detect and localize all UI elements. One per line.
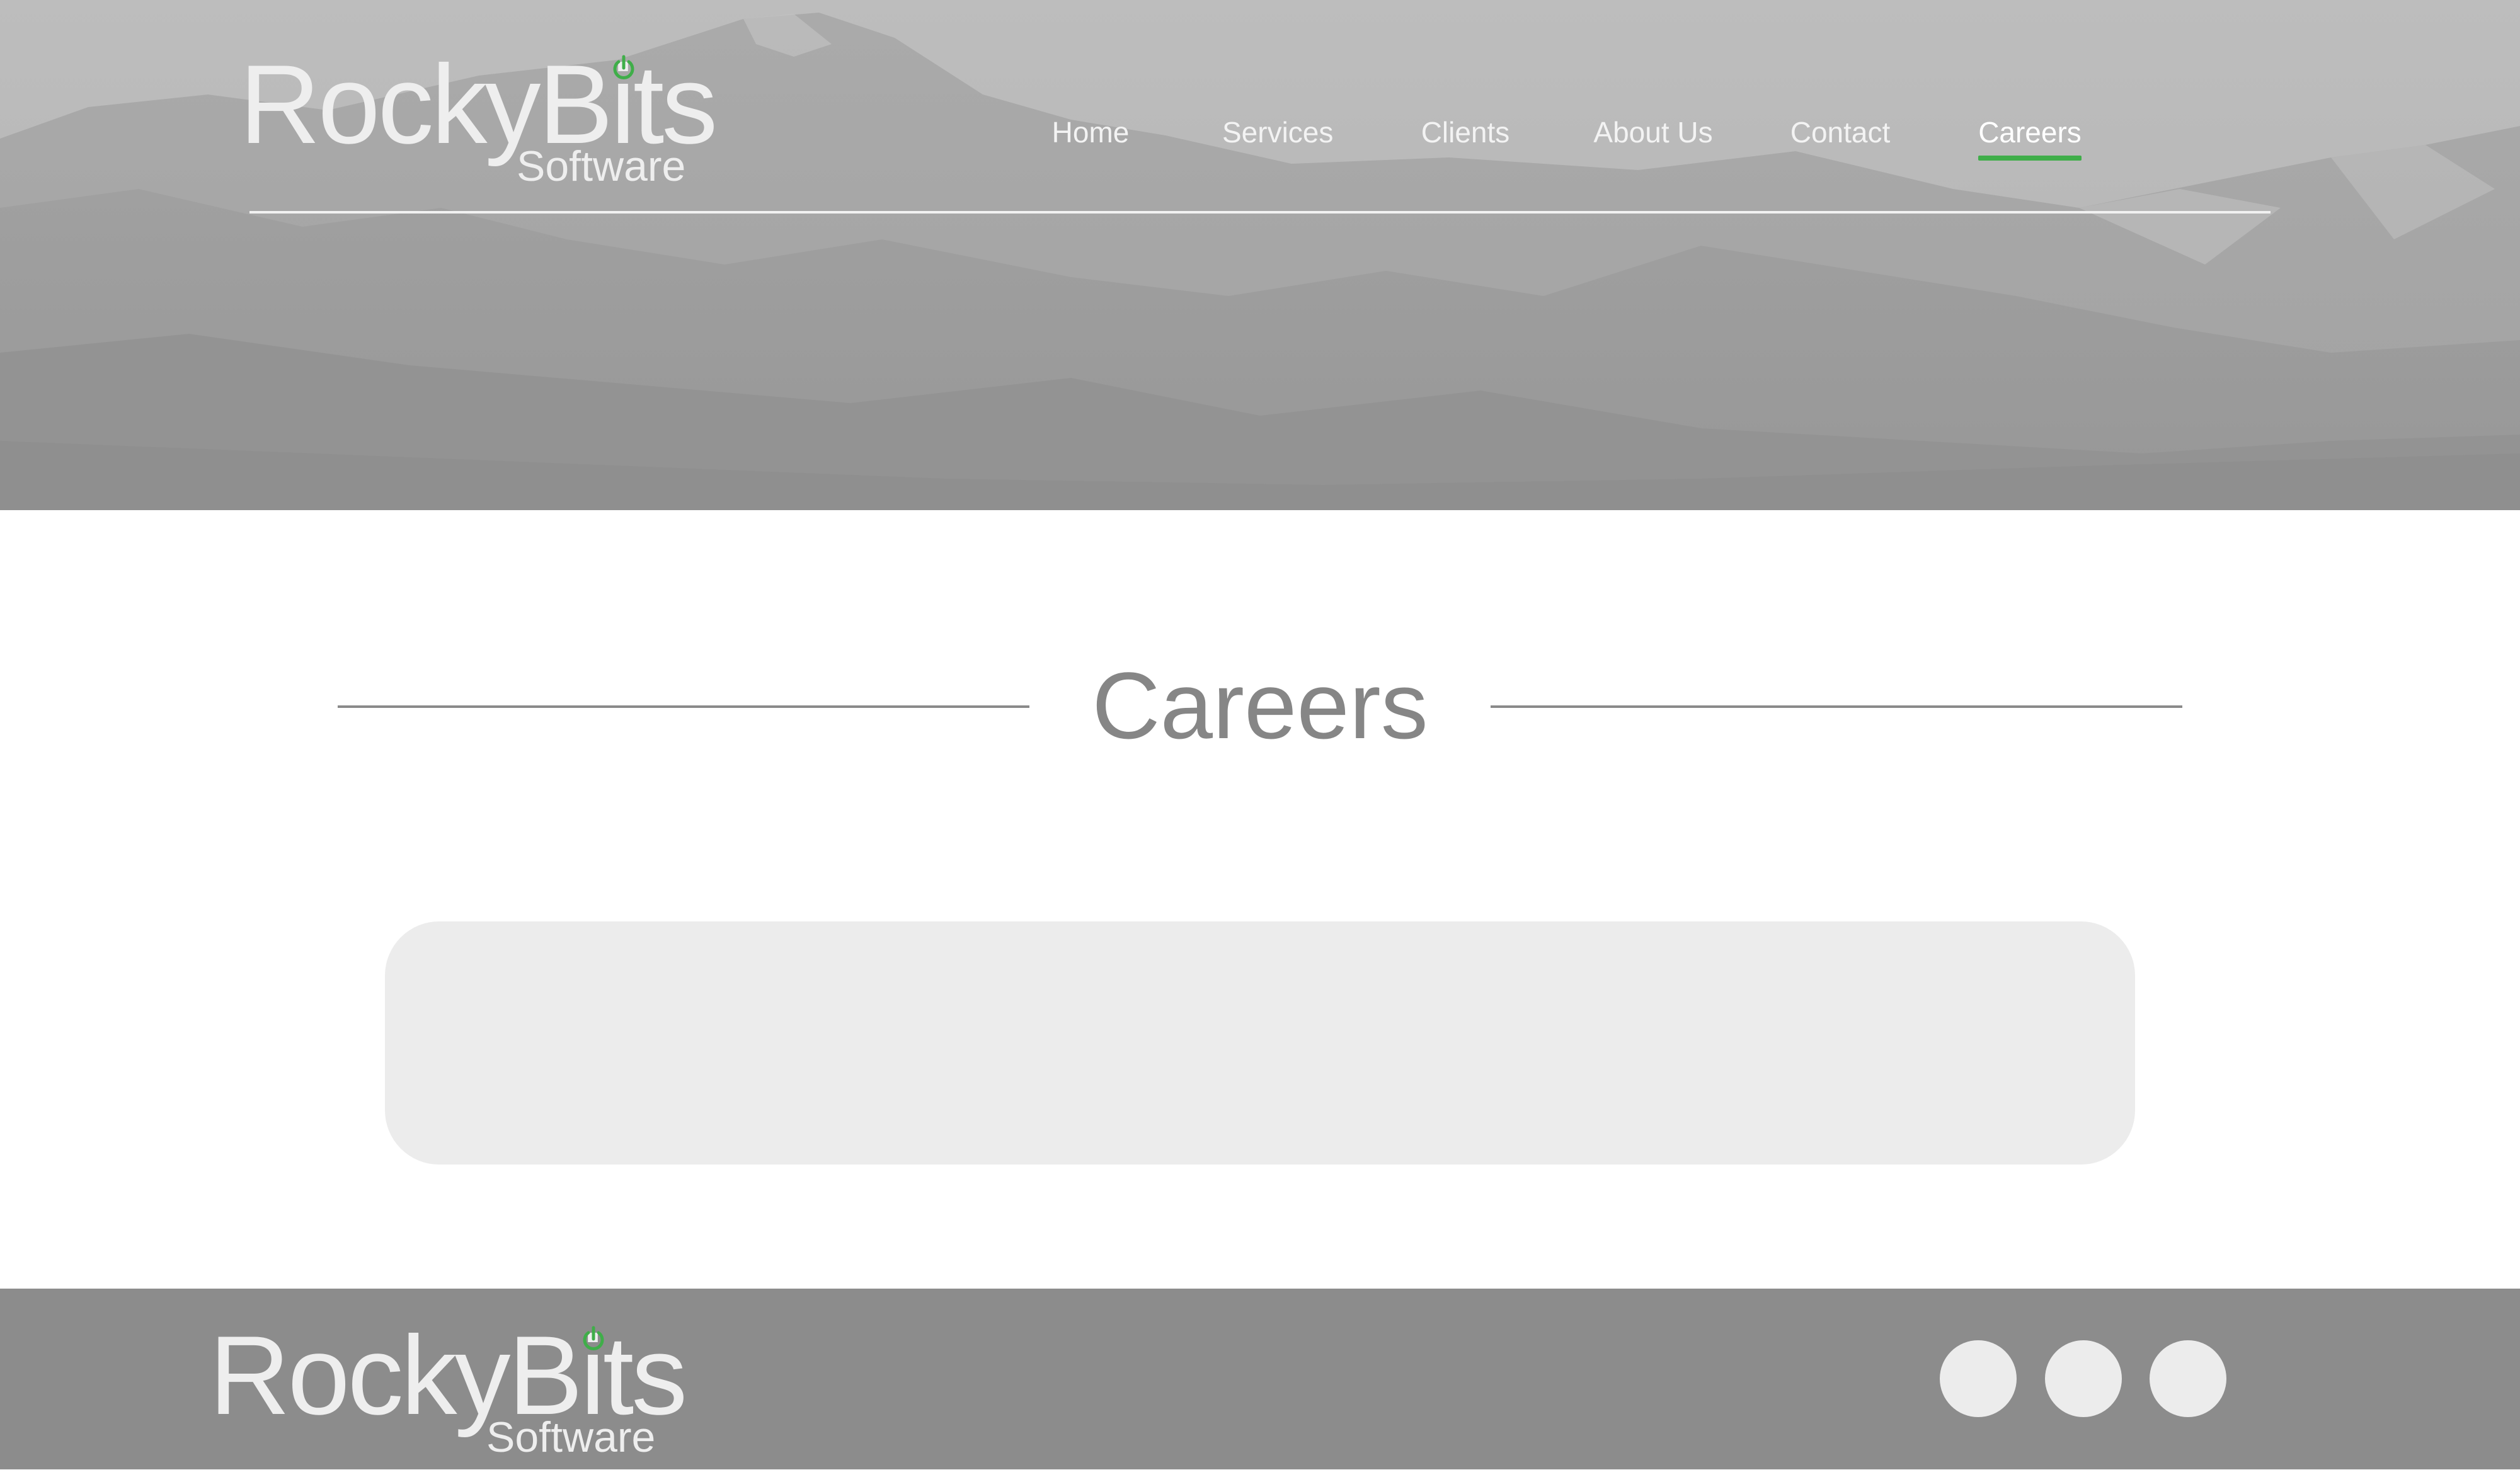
social-icon[interactable] (2045, 1340, 2122, 1417)
footer: RockyBits Software (0, 1289, 2520, 1469)
nav-item-about-us[interactable]: About Us (1591, 110, 1715, 167)
header-divider (249, 211, 2271, 214)
footer-logo-tagline: Software (486, 1413, 656, 1461)
nav-item-clients[interactable]: Clients (1419, 110, 1512, 167)
social-icon[interactable] (1940, 1340, 2017, 1417)
power-icon (613, 55, 634, 79)
title-divider-right (1491, 705, 2182, 708)
nav-item-services[interactable]: Services (1222, 110, 1333, 167)
title-divider-left (338, 705, 1029, 708)
nav-item-home[interactable]: Home (1050, 110, 1131, 167)
hero-header: RockyBits Software Home Services Clients… (0, 0, 2520, 510)
footer-logo[interactable]: RockyBits Software (209, 1313, 701, 1470)
nav-item-careers[interactable]: Careers (1978, 110, 2082, 167)
social-icon[interactable] (2150, 1340, 2226, 1417)
nav-item-contact[interactable]: Contact (1788, 110, 1893, 167)
main-navigation: Home Services Clients About Us Contact C… (0, 110, 2520, 167)
power-icon (583, 1326, 604, 1350)
page-title: Careers (1092, 652, 1428, 758)
careers-content-card (385, 921, 2135, 1165)
